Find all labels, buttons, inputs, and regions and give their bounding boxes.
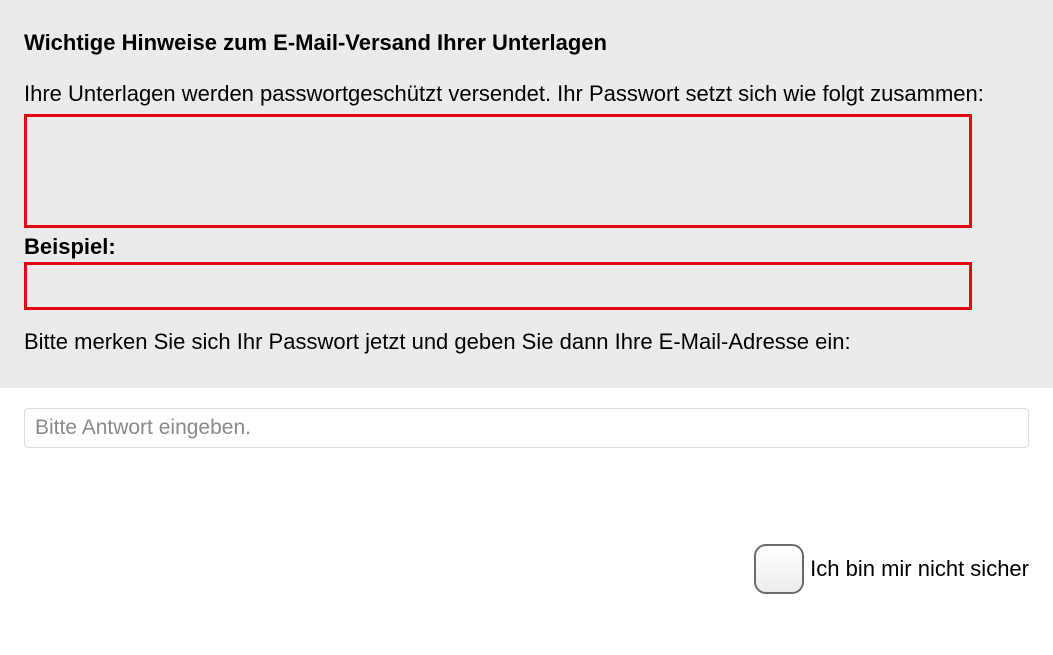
input-section [0,388,1053,448]
instruction-text: Bitte merken Sie sich Ihr Passwort jetzt… [24,320,1029,364]
unsure-row: Ich bin mir nicht sicher [0,544,1053,594]
answer-input[interactable] [24,408,1029,448]
info-panel: Wichtige Hinweise zum E-Mail-Versand Ihr… [0,0,1053,388]
password-composition-box [24,114,972,228]
info-heading: Wichtige Hinweise zum E-Mail-Versand Ihr… [24,30,1029,56]
info-intro-text: Ihre Unterlagen werden passwortgeschützt… [24,78,1029,110]
example-box [24,262,972,310]
unsure-checkbox[interactable] [754,544,804,594]
example-label: Beispiel: [24,234,1029,260]
unsure-label: Ich bin mir nicht sicher [810,556,1029,582]
